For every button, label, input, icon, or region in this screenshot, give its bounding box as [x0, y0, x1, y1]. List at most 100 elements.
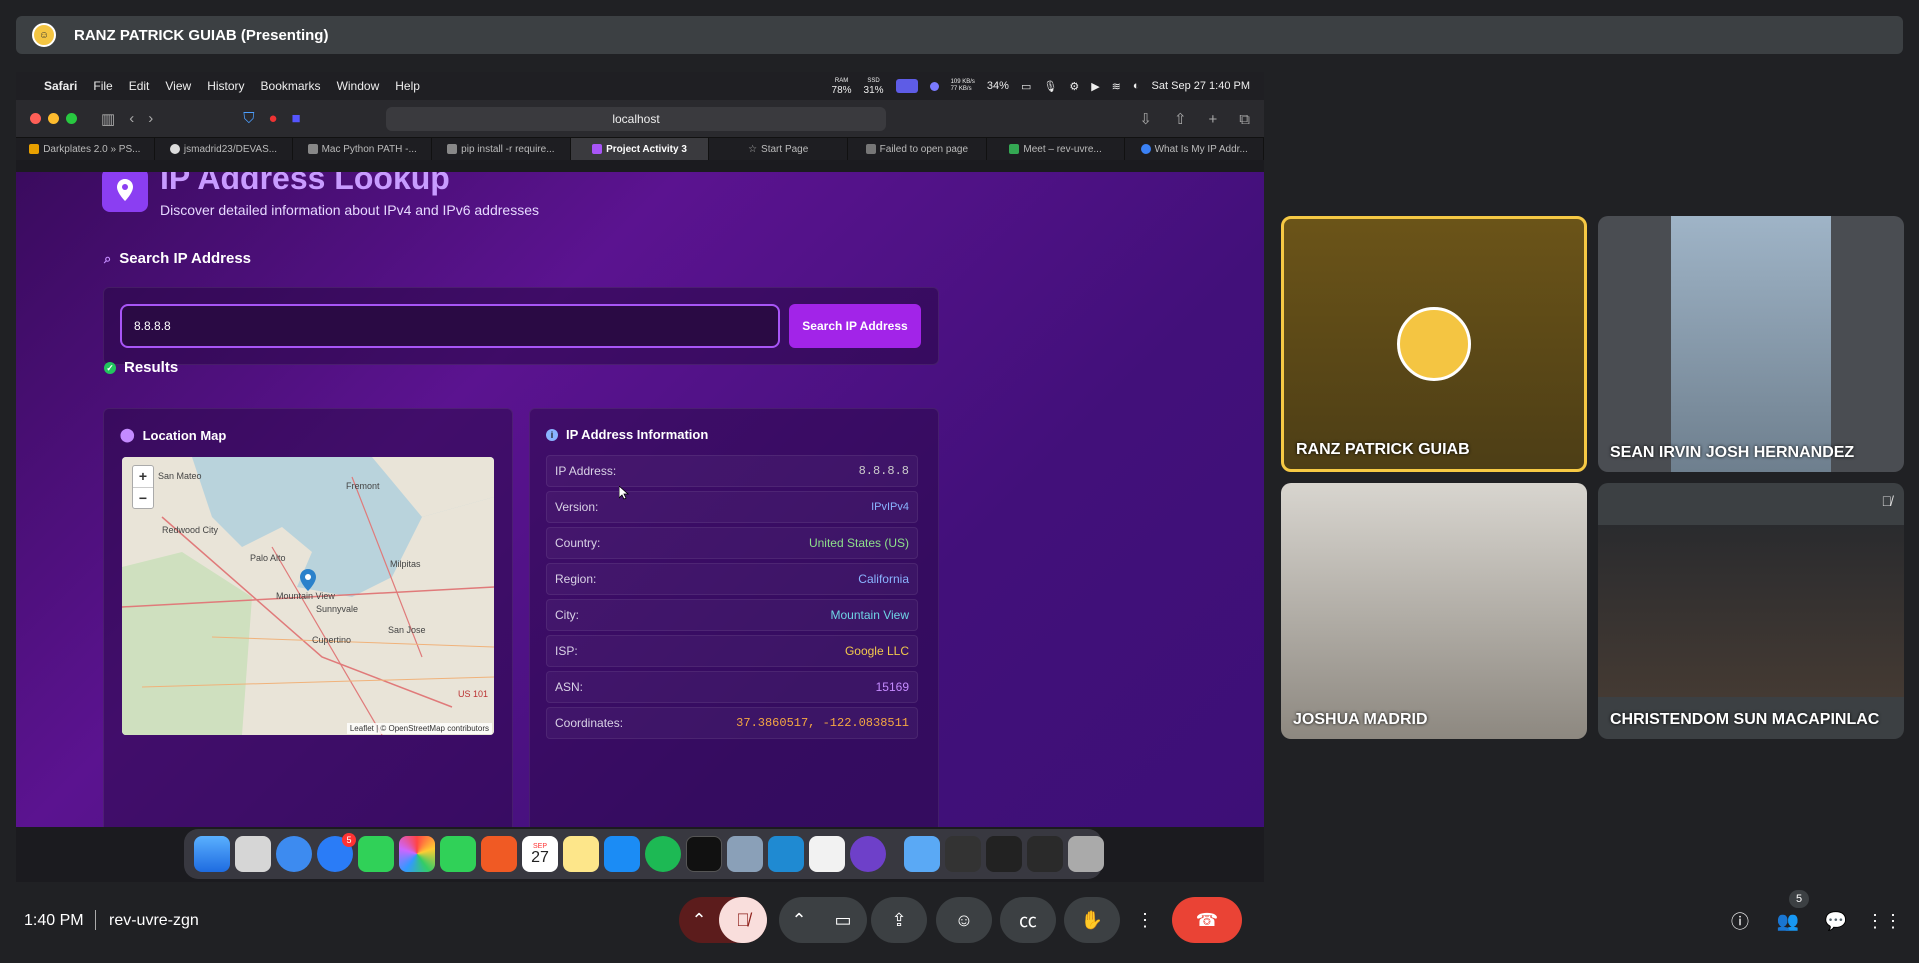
window-thumbnail-icon[interactable]	[945, 836, 981, 872]
leave-call-button[interactable]: ☎	[1172, 897, 1242, 943]
menu-view[interactable]: View	[165, 79, 191, 93]
zoom-in-button[interactable]: +	[133, 466, 153, 487]
info-card-title: i IP Address Information	[546, 427, 708, 442]
tab-github[interactable]: jsmadrid23/DEVAS...	[155, 138, 294, 160]
close-window-button[interactable]	[30, 113, 41, 124]
tab-start-page[interactable]: ☆ Start Page	[709, 138, 849, 160]
tab-failed-page[interactable]: Failed to open page	[848, 138, 987, 160]
play-icon[interactable]: ▶	[1091, 80, 1099, 93]
microphone-icon[interactable]: 🎙	[1043, 80, 1057, 93]
trash-icon[interactable]	[1068, 836, 1104, 872]
tab-mac-python[interactable]: Mac Python PATH -...	[293, 138, 433, 160]
tab-pip-install[interactable]: pip install -r require...	[432, 138, 571, 160]
wifi-icon[interactable]: ≋	[1112, 80, 1121, 93]
menu-edit[interactable]: Edit	[129, 79, 150, 93]
people-icon[interactable]: 👥	[1775, 908, 1801, 934]
finder-icon[interactable]	[194, 836, 230, 872]
forward-icon[interactable]: ›	[148, 110, 153, 127]
calendar-icon[interactable]: SEP 27	[522, 836, 558, 872]
zoom-out-button[interactable]: −	[133, 486, 153, 509]
messenger-icon[interactable]: 5	[317, 833, 356, 872]
window-thumbnail-icon[interactable]	[986, 836, 1022, 872]
info-row-coordinates: Coordinates: 37.3860517, -122.0838511	[546, 707, 918, 739]
camera-button[interactable]: ▭	[819, 910, 867, 931]
control-icon[interactable]: ⚙	[1069, 80, 1079, 93]
raise-hand-button[interactable]: ✋	[1064, 897, 1120, 943]
menu-file[interactable]: File	[93, 79, 112, 93]
meeting-code[interactable]: rev-uvre-zgn	[109, 912, 199, 930]
github-desktop-icon[interactable]	[850, 836, 886, 872]
muted-mic-icon: 🎙̸	[1881, 493, 1893, 509]
participant-tile[interactable]: 🎙̸ CHRISTENDOM SUN MACAPINLAC	[1598, 483, 1904, 739]
tab-project-activity[interactable]: Project Activity 3	[570, 138, 710, 160]
notes-icon[interactable]	[563, 836, 599, 872]
ip-search-input[interactable]	[120, 304, 780, 348]
ssd-stat[interactable]: SSD 31%	[863, 77, 884, 96]
battery-icon[interactable]: ▭	[1021, 80, 1031, 93]
brave-icon[interactable]	[481, 836, 517, 872]
menu-help[interactable]: Help	[395, 79, 420, 93]
mic-muted-button[interactable]: 🎙̸	[719, 897, 767, 943]
extension2-icon[interactable]: ■	[292, 110, 301, 127]
participant-tile[interactable]: SEAN IRVIN JOSH HERNANDEZ	[1598, 216, 1904, 472]
messages-icon[interactable]	[358, 836, 394, 872]
textedit-icon[interactable]	[809, 836, 845, 872]
terminal-icon[interactable]	[686, 836, 722, 872]
screen-share-indicator-icon[interactable]	[895, 79, 918, 93]
photos-icon[interactable]	[399, 836, 435, 872]
app-store-icon[interactable]	[604, 836, 640, 872]
present-screen-button[interactable]: ⇪	[871, 897, 927, 943]
menu-app-name[interactable]: Safari	[44, 79, 77, 93]
safari-icon[interactable]	[276, 836, 312, 872]
tab-overview-icon[interactable]: ⧉	[1239, 111, 1250, 128]
camera-options-chevron-icon[interactable]: ⌃	[779, 910, 819, 931]
search-heading-text: Search IP Address	[119, 250, 252, 267]
map-marker-icon[interactable]	[300, 569, 316, 591]
ssd-value: 31%	[863, 85, 884, 96]
control-center-icon[interactable]: ◐	[1133, 80, 1140, 92]
address-bar[interactable]: localhost	[386, 107, 886, 131]
location-map-card: ⬤ Location Map + − San Mateo Fremont Red…	[103, 408, 513, 827]
info-row-asn: ASN: 15169	[546, 671, 918, 703]
activities-icon[interactable]: ⋮⋮	[1866, 908, 1902, 934]
map-attribution[interactable]: Leaflet | © OpenStreetMap contributors	[346, 723, 492, 734]
minimize-window-button[interactable]	[48, 113, 59, 124]
menu-history[interactable]: History	[207, 79, 244, 93]
menu-bookmarks[interactable]: Bookmarks	[261, 79, 321, 93]
chat-icon[interactable]: 💬	[1823, 908, 1849, 934]
folder-icon[interactable]	[904, 836, 940, 872]
menu-window[interactable]: Window	[337, 79, 380, 93]
meeting-info-icon[interactable]: ⓘ	[1727, 908, 1753, 934]
zoom-window-button[interactable]	[66, 113, 77, 124]
spotify-icon[interactable]	[645, 836, 681, 872]
window-thumbnail-icon[interactable]	[1027, 836, 1063, 872]
mic-options-chevron-icon[interactable]: ⌃	[679, 910, 719, 931]
location-map[interactable]: + − San Mateo Fremont Redwood City Palo …	[122, 457, 494, 735]
captions-button[interactable]: ㏄	[1000, 897, 1056, 943]
sidebar-toggle-icon[interactable]: ▥	[101, 110, 115, 128]
privacy-shield-icon[interactable]: ⛉	[243, 110, 254, 127]
vscode-icon[interactable]	[768, 836, 804, 872]
info-label: ASN:	[555, 680, 584, 694]
tab-meet[interactable]: Meet – rev-uvre...	[987, 138, 1126, 160]
participant-tile[interactable]: JOSHUA MADRID	[1281, 483, 1587, 739]
new-tab-icon[interactable]: +	[1209, 111, 1218, 128]
more-options-button[interactable]: ⋮	[1128, 897, 1162, 943]
share-icon[interactable]: ⇧	[1174, 110, 1187, 128]
network-stat[interactable]: 109 KB/s 77 KB/s	[951, 79, 975, 93]
emoji-reaction-button[interactable]: ☺	[936, 897, 992, 943]
facetime-icon[interactable]	[440, 836, 476, 872]
menubar-datetime[interactable]: Sat Sep 27 1:40 PM	[1152, 80, 1250, 92]
extension-icon[interactable]: ●	[268, 110, 277, 127]
preview-icon[interactable]	[727, 836, 763, 872]
tab-darkplates[interactable]: Darkplates 2.0 » PS...	[16, 138, 155, 160]
download-icon[interactable]: ⇩	[1139, 110, 1152, 128]
battery-percent: 34%	[986, 80, 1009, 92]
launchpad-icon[interactable]	[235, 836, 271, 872]
participant-tile[interactable]: RANZ PATRICK GUIAB	[1281, 216, 1587, 472]
tab-what-is-my-ip[interactable]: What Is My IP Addr...	[1125, 138, 1264, 160]
tab-label: Failed to open page	[879, 143, 969, 155]
back-icon[interactable]: ‹	[129, 110, 134, 127]
ram-stat[interactable]: RAM 78%	[832, 77, 852, 96]
search-ip-button[interactable]: Search IP Address	[789, 304, 921, 348]
